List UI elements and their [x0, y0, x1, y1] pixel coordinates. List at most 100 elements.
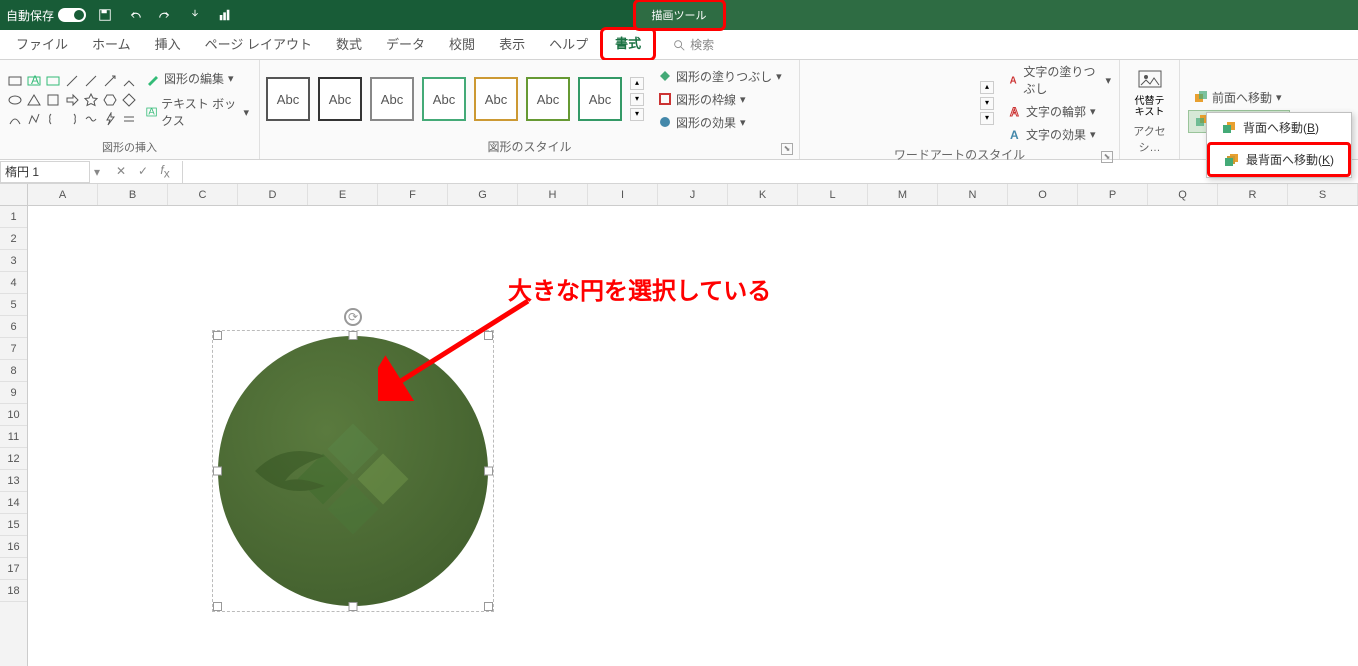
- row-header[interactable]: 2: [0, 228, 27, 250]
- launcher-icon[interactable]: ⬊: [1101, 151, 1113, 163]
- fx-icon[interactable]: fx: [156, 163, 174, 180]
- redo-icon[interactable]: [154, 4, 176, 26]
- col-header[interactable]: F: [378, 184, 448, 205]
- enter-formula-icon[interactable]: ✓: [134, 164, 152, 178]
- row-header[interactable]: 11: [0, 426, 27, 448]
- row-header[interactable]: 17: [0, 558, 27, 580]
- tab-review[interactable]: 校閲: [437, 30, 487, 60]
- menu-send-to-back[interactable]: 最背面へ移動(K): [1207, 142, 1351, 177]
- textbox-button[interactable]: Aテキスト ボックス ▾: [142, 93, 253, 131]
- text-effects-button[interactable]: A文字の効果 ▾: [1006, 125, 1113, 144]
- row-header[interactable]: 14: [0, 492, 27, 514]
- col-header[interactable]: O: [1008, 184, 1078, 205]
- col-header[interactable]: M: [868, 184, 938, 205]
- row-header[interactable]: 1: [0, 206, 27, 228]
- chart-icon[interactable]: [214, 4, 236, 26]
- col-header[interactable]: D: [238, 184, 308, 205]
- shape-style-2[interactable]: Abc: [318, 77, 362, 121]
- row-header[interactable]: 6: [0, 316, 27, 338]
- gallery-down-icon[interactable]: ▾: [630, 93, 644, 106]
- shape-style-7[interactable]: Abc: [578, 77, 622, 121]
- menu-send-backward[interactable]: 背面へ移動(B): [1207, 113, 1351, 142]
- col-header[interactable]: I: [588, 184, 658, 205]
- col-header[interactable]: A: [28, 184, 98, 205]
- col-header[interactable]: H: [518, 184, 588, 205]
- text-outline-button[interactable]: A文字の輪郭 ▾: [1006, 102, 1113, 121]
- text-fill-button[interactable]: A文字の塗りつぶし ▾: [1006, 62, 1113, 98]
- col-header[interactable]: K: [728, 184, 798, 205]
- row-header[interactable]: 12: [0, 448, 27, 470]
- autosave-toggle[interactable]: 自動保存: [6, 7, 86, 24]
- shape-style-5[interactable]: Abc: [474, 77, 518, 121]
- shape-style-3[interactable]: Abc: [370, 77, 414, 121]
- row-header[interactable]: 10: [0, 404, 27, 426]
- save-icon[interactable]: [94, 4, 116, 26]
- wordart-style-1[interactable]: [806, 78, 856, 128]
- select-all-triangle[interactable]: [0, 184, 28, 205]
- name-box[interactable]: [0, 161, 90, 183]
- row-header[interactable]: 9: [0, 382, 27, 404]
- col-header[interactable]: N: [938, 184, 1008, 205]
- cancel-formula-icon[interactable]: ✕: [112, 164, 130, 178]
- shape-styles-gallery[interactable]: Abc Abc Abc Abc Abc Abc Abc ▴ ▾ ▾: [266, 77, 644, 121]
- shape-effects-button[interactable]: 図形の効果 ▾: [656, 113, 784, 132]
- col-header[interactable]: G: [448, 184, 518, 205]
- row-header[interactable]: 4: [0, 272, 27, 294]
- row-header[interactable]: 15: [0, 514, 27, 536]
- col-header[interactable]: J: [658, 184, 728, 205]
- resize-handle[interactable]: [213, 602, 222, 611]
- gallery-up-icon[interactable]: ▴: [630, 77, 644, 90]
- wa-down-icon[interactable]: ▾: [980, 97, 994, 110]
- col-header[interactable]: B: [98, 184, 168, 205]
- wa-more-icon[interactable]: ▾: [980, 112, 994, 125]
- contextual-tab-drawing-tools[interactable]: 描画ツール: [633, 0, 726, 31]
- col-header[interactable]: C: [168, 184, 238, 205]
- edit-shape-button[interactable]: 図形の編集 ▾: [142, 68, 253, 89]
- shape-style-4[interactable]: Abc: [422, 77, 466, 121]
- search-box[interactable]: 検索: [672, 36, 714, 53]
- wordart-gallery[interactable]: ▴ ▾ ▾: [806, 78, 994, 128]
- wordart-style-2[interactable]: [864, 78, 914, 128]
- tab-home[interactable]: ホーム: [80, 30, 143, 60]
- undo-icon[interactable]: [124, 4, 146, 26]
- shape-style-6[interactable]: Abc: [526, 77, 570, 121]
- col-header[interactable]: Q: [1148, 184, 1218, 205]
- row-header[interactable]: 3: [0, 250, 27, 272]
- col-header[interactable]: R: [1218, 184, 1288, 205]
- shape-fill-button[interactable]: 図形の塗りつぶし ▾: [656, 67, 784, 86]
- selected-shape-oval[interactable]: ⟳: [218, 336, 488, 606]
- col-header[interactable]: E: [308, 184, 378, 205]
- shape-outline-button[interactable]: 図形の枠線 ▾: [656, 90, 784, 109]
- row-header[interactable]: 5: [0, 294, 27, 316]
- formula-input[interactable]: [182, 161, 1358, 183]
- resize-handle[interactable]: [213, 467, 222, 476]
- tab-page-layout[interactable]: ページ レイアウト: [193, 30, 324, 60]
- row-header[interactable]: 16: [0, 536, 27, 558]
- launcher-icon[interactable]: ⬊: [781, 143, 793, 155]
- resize-handle[interactable]: [213, 331, 222, 340]
- tab-insert[interactable]: 挿入: [143, 30, 193, 60]
- col-header[interactable]: S: [1288, 184, 1358, 205]
- shape-style-1[interactable]: Abc: [266, 77, 310, 121]
- wa-up-icon[interactable]: ▴: [980, 81, 994, 94]
- tab-format[interactable]: 書式: [600, 27, 656, 61]
- tab-formulas[interactable]: 数式: [324, 30, 374, 60]
- bring-forward-button[interactable]: 前面へ移動 ▾: [1188, 87, 1290, 108]
- resize-handle[interactable]: [349, 331, 358, 340]
- touch-mode-icon[interactable]: [184, 4, 206, 26]
- col-header[interactable]: L: [798, 184, 868, 205]
- tab-file[interactable]: ファイル: [4, 30, 80, 60]
- row-header[interactable]: 13: [0, 470, 27, 492]
- resize-handle[interactable]: [484, 331, 493, 340]
- resize-handle[interactable]: [484, 602, 493, 611]
- tab-view[interactable]: 表示: [487, 30, 537, 60]
- tab-data[interactable]: データ: [374, 30, 437, 60]
- alt-text-button[interactable]: 代替テ キスト: [1126, 66, 1173, 118]
- worksheet-grid[interactable]: 1 2 3 4 5 6 7 8 9 10 11 12 13 14 15 16 1…: [0, 206, 1358, 666]
- resize-handle[interactable]: [484, 467, 493, 476]
- resize-handle[interactable]: [349, 602, 358, 611]
- row-header[interactable]: 8: [0, 360, 27, 382]
- col-header[interactable]: P: [1078, 184, 1148, 205]
- gallery-more-icon[interactable]: ▾: [630, 108, 644, 121]
- wordart-style-3[interactable]: [922, 78, 972, 128]
